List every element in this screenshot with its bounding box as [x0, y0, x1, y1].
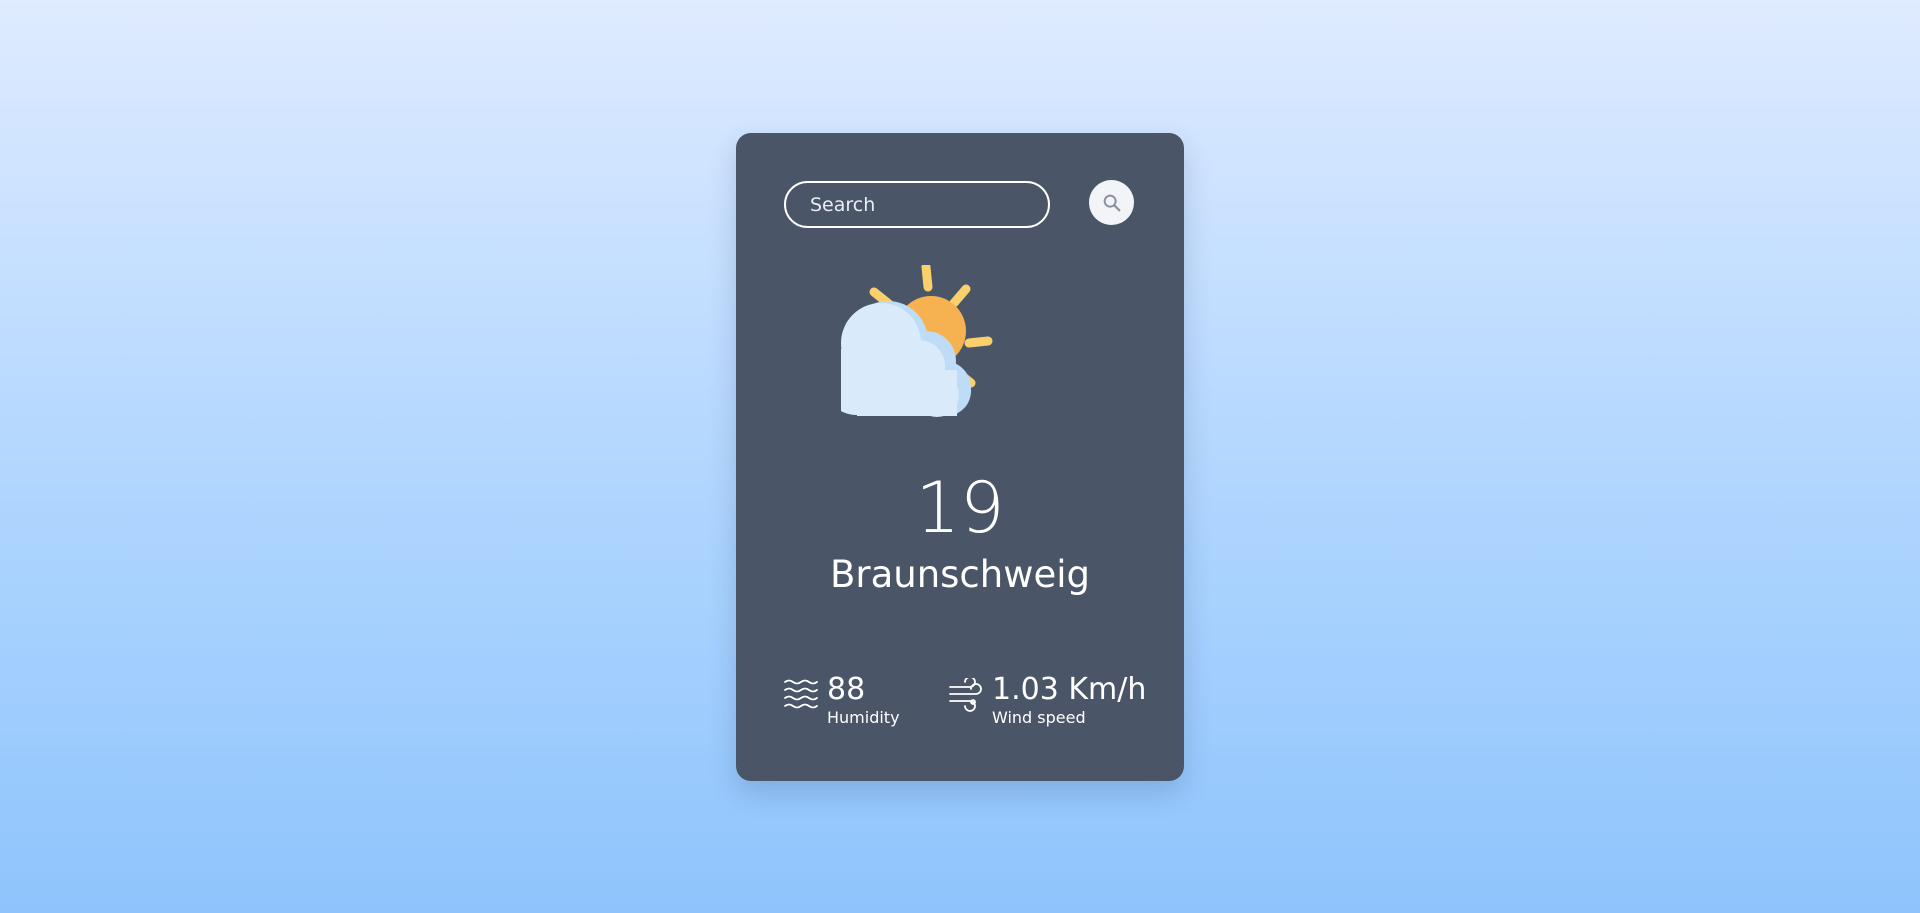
- humidity-stat: 88 Humidity: [783, 673, 900, 727]
- wind-stat: 1.03 Km/h Wind speed: [948, 673, 1146, 727]
- humidity-icon: [784, 679, 818, 709]
- temperature: 19: [915, 467, 1005, 549]
- partly-cloudy-icon: [841, 265, 993, 417]
- wind-label: Wind speed: [992, 708, 1086, 727]
- search-button[interactable]: [1089, 180, 1134, 225]
- weather-card: 19 Braunschweig 88 Humidity 1.03 K: [736, 133, 1184, 781]
- search-icon: [1103, 194, 1120, 211]
- search-bar: [784, 180, 1136, 229]
- humidity-value: 88: [827, 672, 866, 707]
- wind-value: 1.03 Km/h: [992, 672, 1147, 707]
- search-input[interactable]: [784, 181, 1050, 228]
- wind-text: 1.03 Km/h Wind speed: [992, 673, 1146, 727]
- city-name: Braunschweig: [829, 553, 1091, 596]
- humidity-label: Humidity: [827, 708, 900, 727]
- humidity-text: 88 Humidity: [827, 673, 900, 727]
- wind-icon: [949, 678, 982, 712]
